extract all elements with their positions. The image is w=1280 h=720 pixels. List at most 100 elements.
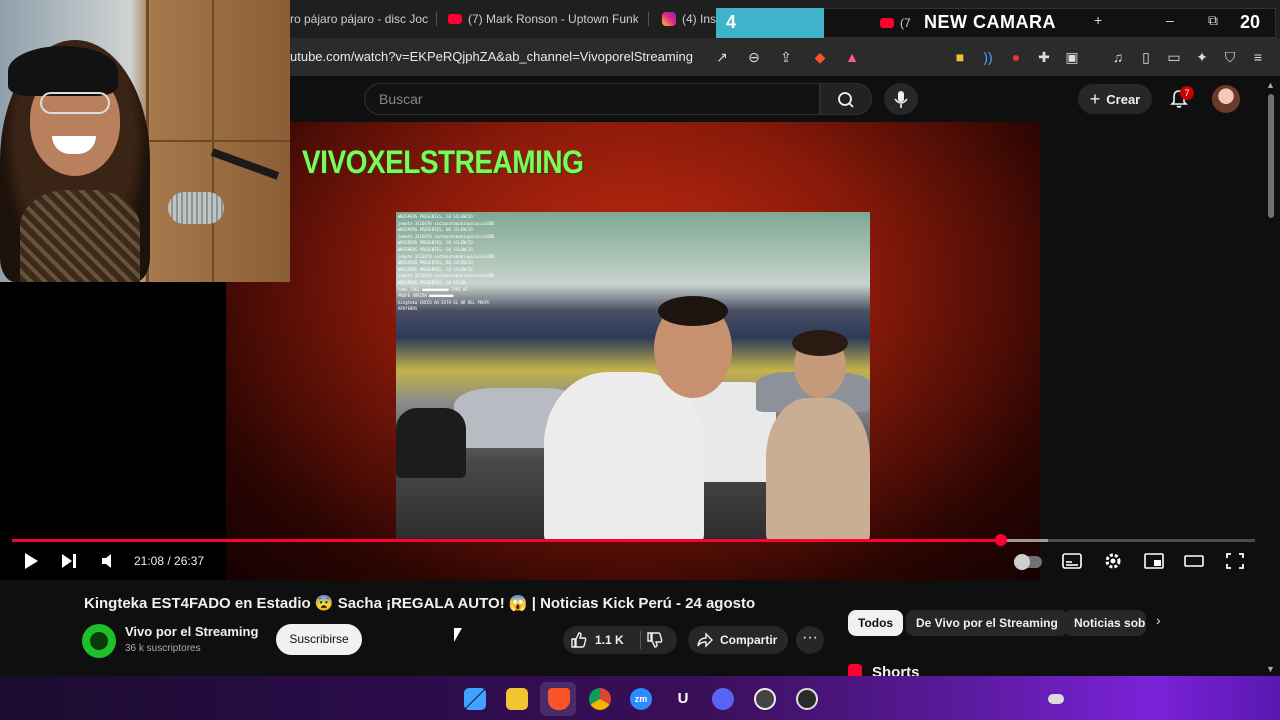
stream-overlay-title: NEW CAMARA [924,12,1056,32]
unity-icon[interactable]: U [672,688,694,710]
like-separator [640,631,641,649]
browser-tab[interactable]: (7) Mark Ronson - Uptown Funk ( [448,6,638,32]
subtitles-icon[interactable] [1062,552,1082,570]
screen-recorder-icon[interactable] [754,688,776,710]
windows-start-icon[interactable] [464,688,486,710]
volume-icon[interactable] [100,552,118,570]
person-jacket [766,398,870,542]
discord-icon[interactable] [712,688,734,710]
like-count[interactable]: 1.1 K [595,633,624,647]
mic-arm [210,148,280,180]
open-external-icon[interactable]: ↗ [712,48,732,66]
tab-label: (7 [900,16,911,30]
play-icon[interactable] [22,552,40,570]
cabinet-edge [146,140,290,142]
search-input[interactable]: Buscar [364,83,820,115]
progress-played [12,539,1001,542]
youtube-icon [880,18,894,28]
create-button[interactable]: + Crear [1078,84,1152,114]
microphone-icon [894,91,908,108]
chip-news[interactable]: Noticias sob [1064,610,1146,636]
time-display: 21:08 / 26:37 [134,554,205,568]
chat-line: jemote 3110470 sachaautomabiopalacioLOBO [398,233,495,239]
menu-icon[interactable]: ≡ [1248,48,1268,66]
onedrive-cloud-icon[interactable] [1048,694,1064,704]
extension-icon[interactable]: ■ [950,48,970,66]
person-hair [792,330,848,356]
scroll-down-arrow[interactable]: ▼ [1266,664,1275,674]
mouse-cursor-icon [454,628,462,642]
browser-tab-active[interactable]: (7 [880,10,920,36]
share-page-icon[interactable]: ⇪ [776,48,796,66]
tab-separator [436,12,437,26]
chat-line: WHISPERS PRESENTES, GO SILENCIO [398,240,473,246]
webcam-overlay [0,0,290,282]
fullscreen-icon[interactable] [1225,552,1245,570]
channel-name[interactable]: Vivo por el Streaming [125,624,258,639]
url-field[interactable]: utube.com/watch?v=EKPeRQjphZA&ab_channel… [290,49,693,64]
sidebar-toggle-icon[interactable]: ▯ [1136,48,1156,66]
thumbs-up-icon[interactable] [570,631,588,649]
person-jersey [544,372,704,542]
brave-browser-icon[interactable] [548,688,570,710]
more-actions-button[interactable]: ··· [796,626,824,654]
chip-all[interactable]: Todos [848,610,904,636]
search-button[interactable] [820,83,872,115]
wallet-icon[interactable]: ▭ [1164,48,1184,66]
subscribe-button[interactable]: Suscribirse [276,624,362,655]
tab-label: (7) Mark Ronson - Uptown Funk ( [468,12,638,26]
brave-rewards-icon[interactable]: ▲ [842,48,862,66]
chevron-right-icon[interactable]: › [1156,612,1161,628]
video-title: Kingteka EST4FADO en Estadio 😨 Sacha ¡RE… [84,595,756,612]
browser-tab[interactable]: ro pájaro pájaro - disc Jock [290,6,428,32]
leo-ai-icon[interactable]: ✦ [1192,48,1212,66]
chip-from-channel[interactable]: De Vivo por el Streaming [906,610,1068,636]
file-explorer-icon[interactable] [506,688,528,710]
restore-button[interactable]: ⧉ [1208,12,1218,29]
brave-shields-icon[interactable]: ◆ [810,48,830,66]
tab-separator [648,12,649,26]
video-frame: WHISPERS PRESENTES, GO SILENCIO jemote 31… [396,212,870,542]
progress-scrubber[interactable] [995,534,1007,546]
obs-icon[interactable] [796,688,818,710]
progress-buffered [1006,539,1048,542]
minimize-button[interactable]: – [1166,12,1174,28]
thumbs-down-icon[interactable] [646,631,664,649]
chat-line: jemote 3110470 sachaautomabiopalacioLOBO [398,220,495,226]
miniplayer-icon[interactable] [1144,552,1164,570]
next-icon[interactable] [60,552,78,570]
chat-line: PROFE ARRIBA ■■■■■■■■■■ [398,293,454,299]
stream-overlay-counter: 20 [1240,12,1261,32]
account-avatar[interactable] [1212,85,1240,113]
zoom-icon[interactable]: ⊖ [744,48,764,66]
extension-icon[interactable]: ● [1006,48,1026,66]
channel-logo [90,632,108,650]
scroll-up-arrow[interactable]: ▲ [1266,80,1275,90]
page-scrollbar[interactable] [1268,94,1274,218]
person-hair [658,296,728,326]
subscriber-count: 36 k suscriptores [125,643,201,654]
music-icon[interactable]: ♫ [1108,48,1128,66]
create-label: Crear [1106,91,1141,107]
extensions-puzzle-icon[interactable]: ✚ [1034,48,1054,66]
chat-line: APOYENOS [398,306,418,312]
new-tab-button[interactable]: + [1094,12,1102,28]
settings-gear-icon[interactable] [1103,552,1123,570]
browser-tab[interactable]: (4) Ins [662,6,716,32]
tab-label: (4) Ins [682,12,716,26]
zoom-app-icon[interactable]: zm [630,688,652,710]
chat-line: WHISPERS PRESENTES, GO SILENCIO [398,266,473,272]
youtube-icon [448,14,462,24]
streamer-sweater [20,190,140,282]
tab-label: ro pájaro pájaro - disc Jock [290,12,428,26]
chat-line: WHISPERS PRESENTES, GO SILENCIO [398,214,473,219]
instagram-icon [662,12,676,26]
theater-mode-icon[interactable] [1184,552,1204,570]
screenshot-icon[interactable]: ▣ [1062,48,1082,66]
voice-search-button[interactable] [884,83,918,115]
chrome-icon[interactable] [589,688,611,710]
extension-icon[interactable]: )) [978,48,998,66]
vpn-shield-icon[interactable]: ⛉ [1220,48,1240,66]
autoplay-knob [1014,554,1030,570]
chat-line: WHISPERS PRESENTES, GO SILENCIO [398,247,473,252]
